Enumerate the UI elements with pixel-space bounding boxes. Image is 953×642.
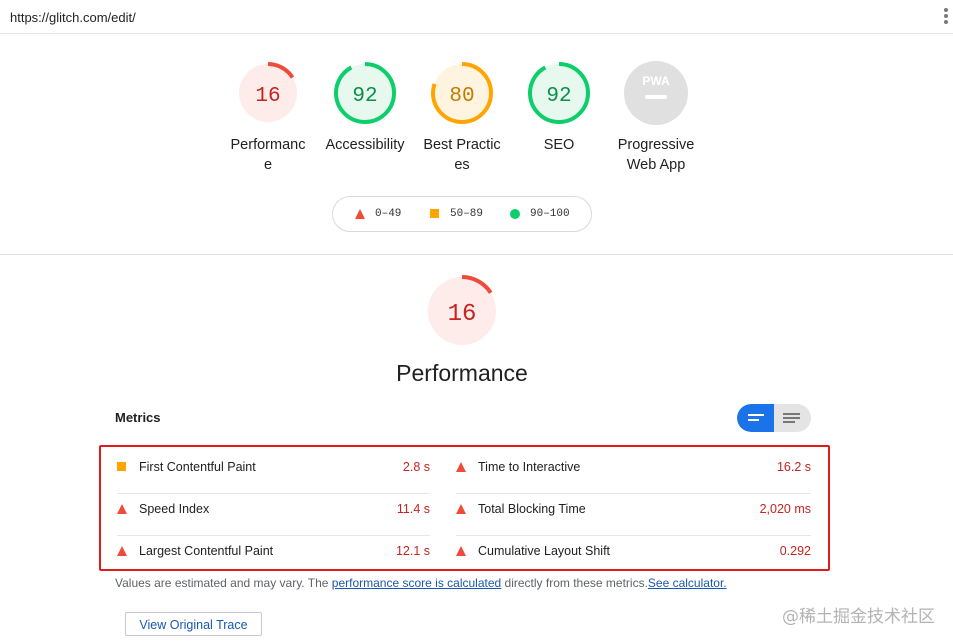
- gauge-score: 92: [546, 85, 571, 108]
- metrics-view-toggle[interactable]: [737, 404, 811, 432]
- metric-total-blocking-time: Total Blocking Time 2,020 ms: [456, 493, 811, 536]
- metric-name: First Contentful Paint: [139, 460, 256, 474]
- square-icon: [117, 462, 126, 471]
- metric-largest-contentful-paint: Largest Contentful Paint 12.1 s: [117, 535, 430, 577]
- gauge-score: 80: [449, 85, 474, 108]
- gauge-label: Best Practices: [423, 137, 501, 173]
- square-icon: [430, 209, 439, 218]
- see-calculator-link[interactable]: See calculator.: [648, 576, 727, 590]
- url-text[interactable]: https://glitch.com/edit/: [10, 10, 136, 25]
- view-original-trace-button[interactable]: View Original Trace: [125, 612, 262, 636]
- legend-item-fail: 0–49: [355, 208, 401, 220]
- triangle-icon: [117, 546, 127, 556]
- metric-cumulative-layout-shift: Cumulative Layout Shift 0.292: [456, 535, 811, 577]
- gauge-label: Performance: [230, 137, 306, 173]
- gauge-score: 92: [352, 85, 377, 108]
- section-divider: [0, 254, 953, 255]
- performance-score: 16: [448, 301, 477, 328]
- pwa-badge: PWA: [642, 74, 670, 88]
- pwa-dash-icon: [645, 95, 667, 99]
- legend-range: 0–49: [375, 208, 402, 220]
- metric-name: Cumulative Layout Shift: [478, 544, 611, 558]
- metrics-note: Values are estimated and may vary. The p…: [115, 576, 727, 590]
- metric-value: 11.4 s: [396, 502, 430, 516]
- gauge-label: SEO: [543, 137, 575, 153]
- gauge-2[interactable]: 80 Best Practices: [412, 61, 512, 175]
- expanded-view-icon[interactable]: [774, 404, 811, 432]
- triangle-icon: [456, 504, 466, 514]
- score-calculation-link[interactable]: performance score is calculated: [332, 576, 501, 590]
- note-text: Values are estimated and may vary. The: [115, 576, 332, 590]
- metric-name: Speed Index: [139, 502, 210, 516]
- gauge-4[interactable]: PWA Progressive Web App: [606, 61, 706, 175]
- note-text: directly from these metrics.: [501, 576, 648, 590]
- metrics-header: Metrics: [115, 410, 161, 425]
- metric-value: 16.2 s: [776, 460, 811, 474]
- legend-range: 90–100: [530, 208, 570, 220]
- score-legend: 0–49 50–89 90–100: [332, 196, 592, 232]
- legend-item-pass: 90–100: [510, 208, 570, 220]
- metric-name: Total Blocking Time: [478, 502, 586, 516]
- performance-gauge[interactable]: 16: [425, 274, 499, 353]
- gauge-0[interactable]: 16 Performance: [218, 61, 318, 175]
- metric-speed-index: Speed Index 11.4 s: [117, 493, 430, 536]
- triangle-icon: [355, 209, 365, 219]
- metric-value: 12.1 s: [395, 544, 430, 558]
- metric-value: 2,020 ms: [759, 502, 811, 516]
- metric-first-contentful-paint: First Contentful Paint 2.8 s: [117, 451, 430, 494]
- gauge-3[interactable]: 92 SEO: [509, 61, 609, 155]
- legend-item-average: 50–89: [430, 208, 483, 220]
- circle-icon: [510, 209, 520, 219]
- metric-name: Time to Interactive: [478, 460, 581, 474]
- summary-view-icon[interactable]: [737, 404, 774, 432]
- performance-title: Performance: [396, 360, 528, 386]
- metric-value: 2.8 s: [402, 460, 430, 474]
- browser-address-bar[interactable]: https://glitch.com/edit/: [0, 0, 953, 34]
- metric-value: 0.292: [779, 544, 811, 558]
- metric-time-to-interactive: Time to Interactive 16.2 s: [456, 451, 811, 494]
- more-options-icon[interactable]: [943, 8, 949, 26]
- triangle-icon: [456, 546, 466, 556]
- triangle-icon: [456, 462, 466, 472]
- triangle-icon: [117, 504, 127, 514]
- legend-range: 50–89: [450, 208, 484, 220]
- watermark: @稀土掘金技术社区: [782, 607, 935, 627]
- metric-name: Largest Contentful Paint: [139, 544, 274, 558]
- gauge-score: 16: [255, 85, 280, 108]
- gauge-label: Accessibility: [325, 137, 405, 153]
- gauge-1[interactable]: 92 Accessibility: [315, 61, 415, 155]
- gauge-label: Progressive Web App: [617, 137, 695, 173]
